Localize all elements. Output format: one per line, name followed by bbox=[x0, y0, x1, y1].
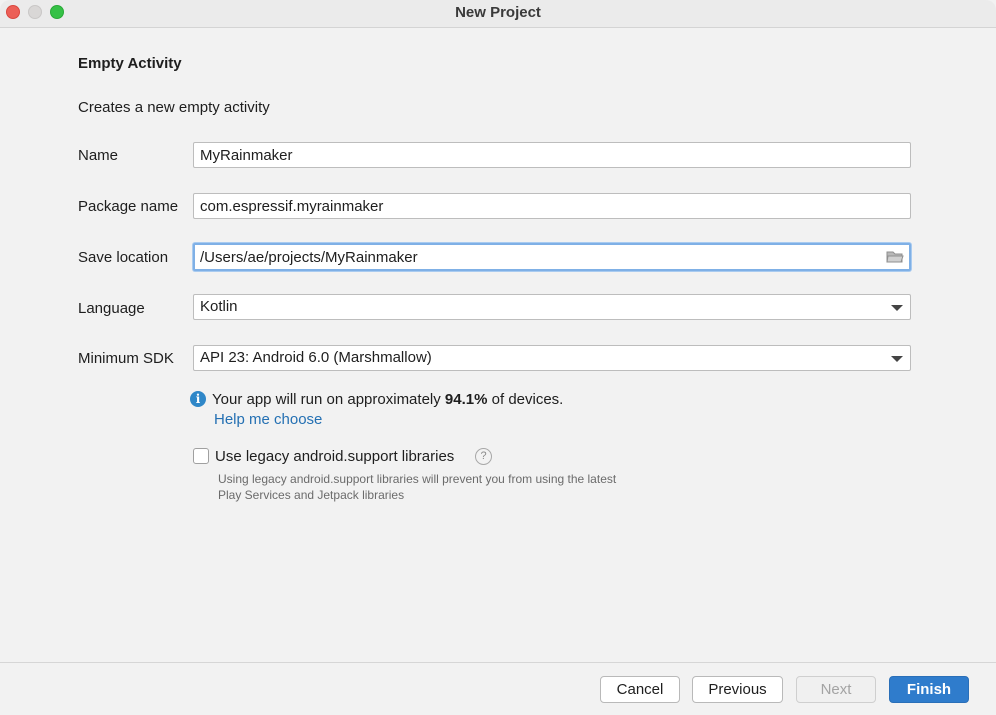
info-icon: i bbox=[190, 391, 206, 407]
chevron-down-icon bbox=[891, 356, 903, 362]
legacy-libraries-note: Using legacy android.support libraries w… bbox=[218, 472, 617, 502]
coverage-suffix: of devices. bbox=[487, 391, 564, 408]
package-name-input[interactable] bbox=[193, 193, 911, 219]
device-coverage-text: Your app will run on approximately 94.1%… bbox=[212, 391, 563, 408]
minimum-sdk-value: API 23: Android 6.0 (Marshmallow) bbox=[200, 349, 432, 366]
previous-button[interactable]: Previous bbox=[692, 676, 783, 703]
name-input[interactable] bbox=[193, 142, 911, 168]
chevron-down-icon bbox=[891, 305, 903, 311]
coverage-percent: 94.1% bbox=[444, 391, 488, 408]
legacy-libraries-label[interactable]: Use legacy android.support libraries bbox=[215, 448, 454, 465]
folder-icon[interactable] bbox=[886, 250, 904, 264]
minimum-sdk-dropdown[interactable]: API 23: Android 6.0 (Marshmallow) bbox=[193, 345, 911, 371]
language-dropdown[interactable]: Kotlin bbox=[193, 294, 911, 320]
window-title: New Project bbox=[455, 4, 541, 21]
help-question-icon[interactable]: ? bbox=[475, 448, 492, 465]
name-label: Name bbox=[78, 147, 119, 164]
template-heading: Empty Activity bbox=[78, 55, 182, 72]
legacy-libraries-checkbox[interactable] bbox=[193, 448, 209, 464]
minimum-sdk-label: Minimum SDK bbox=[78, 350, 174, 367]
cancel-button[interactable]: Cancel bbox=[600, 676, 680, 703]
finish-button[interactable]: Finish bbox=[889, 676, 969, 703]
package-name-label: Package name bbox=[78, 198, 179, 215]
next-button[interactable]: Next bbox=[796, 676, 876, 703]
footer-divider bbox=[0, 662, 996, 663]
language-label: Language bbox=[78, 300, 145, 317]
save-location-input[interactable] bbox=[193, 243, 911, 271]
language-value: Kotlin bbox=[200, 298, 238, 315]
template-description: Creates a new empty activity bbox=[78, 99, 270, 116]
save-location-label: Save location bbox=[78, 249, 169, 266]
coverage-prefix: Your app will run on approximately bbox=[212, 391, 445, 408]
title-bar: New Project bbox=[0, 0, 996, 28]
help-me-choose-link[interactable]: Help me choose bbox=[214, 411, 322, 428]
